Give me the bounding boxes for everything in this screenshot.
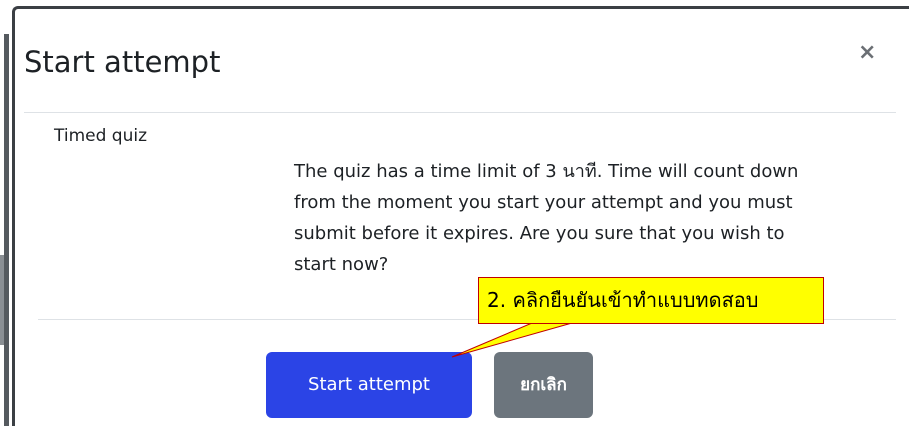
page-scrollbar-thumb[interactable] [0,255,4,345]
start-attempt-button[interactable]: Start attempt [266,352,472,418]
close-icon[interactable]: × [858,41,876,65]
dialog-title: Start attempt [24,45,221,79]
message-line: start now? [294,254,389,275]
header-divider [24,112,896,113]
message-line: submit before it expires. Are you sure t… [294,223,785,244]
page: Start attempt × Timed quiz The quiz has … [0,0,909,426]
timed-quiz-label: Timed quiz [54,126,148,146]
time-limit-message: The quiz has a time limit of 3 นาที. Tim… [294,156,894,280]
cancel-button[interactable]: ยกเลิก [494,352,593,418]
instruction-callout: 2. คลิกยืนยันเข้าทำแบบทดสอบ [478,277,824,324]
page-scrollbar-track [4,34,9,426]
message-line: The quiz has a time limit of 3 นาที. Tim… [294,161,799,182]
message-line: from the moment you start your attempt a… [294,192,793,213]
